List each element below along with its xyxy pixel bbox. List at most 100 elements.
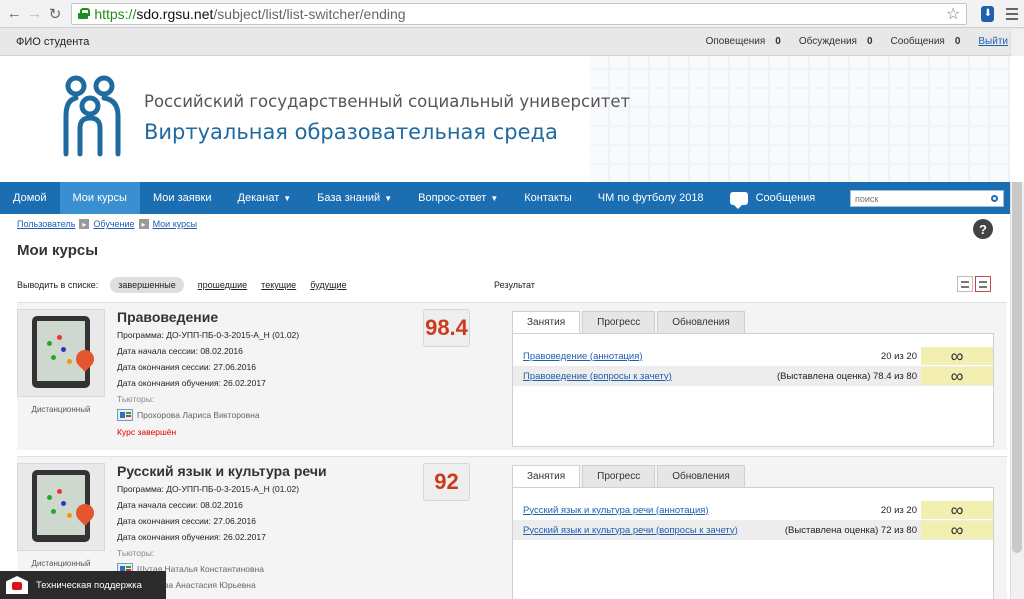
course-program: Программа: ДО-УПП-ПБ-0-3-2015-А_Н (01.02…	[117, 330, 300, 340]
nav-dean-office[interactable]: Деканат ▼	[225, 182, 305, 214]
breadcrumb-study[interactable]: Обучение	[93, 219, 134, 229]
chevron-down-icon: ▼	[384, 193, 393, 203]
browser-menu-icon[interactable]	[1006, 7, 1018, 20]
browser-toolbar: ← → ↻ https://sdo.rgsu.net/subject/list/…	[0, 0, 1024, 28]
breadcrumb-user[interactable]: Пользователь	[17, 219, 75, 229]
course-tabs: Занятия Прогресс Обновления	[512, 311, 994, 333]
session-start: Дата начала сессии: 08.02.2016	[117, 500, 243, 510]
course-title[interactable]: Правоведение	[117, 309, 218, 325]
nav-my-requests-label: Мои заявки	[152, 192, 212, 204]
lesson-mark: ∞	[921, 500, 993, 520]
main-nav: Домой Мои курсы Мои заявки Деканат ▼ База…	[0, 182, 1010, 214]
lesson-link[interactable]: Правоведение (аннотация)	[523, 351, 643, 362]
lesson-link[interactable]: Русский язык и культура речи (вопросы к …	[523, 525, 738, 536]
url-host: sdo.rgsu.net	[136, 5, 214, 22]
nav-home[interactable]: Домой	[0, 182, 60, 214]
search-icon	[990, 195, 998, 202]
help-icon[interactable]: ?	[973, 219, 993, 239]
filter-future[interactable]: будущие	[310, 280, 346, 290]
course-tabs: Занятия Прогресс Обновления	[512, 465, 994, 487]
lesson-mark: ∞	[921, 366, 993, 386]
reload-icon[interactable]: ↻	[47, 4, 63, 24]
bookmark-star-icon[interactable]: ☆	[946, 4, 960, 24]
nav-messages-label: Сообщения	[755, 192, 816, 204]
nav-contacts[interactable]: Контакты	[511, 182, 585, 214]
nav-faq[interactable]: Вопрос-ответ ▼	[405, 182, 511, 214]
lesson-row: Русский язык и культура речи (вопросы к …	[513, 520, 993, 540]
download-extension-icon[interactable]: ⬇	[981, 5, 995, 22]
course-panel: Занятия Прогресс Обновления Правоведение…	[512, 311, 994, 447]
course-score: 92	[423, 463, 470, 501]
back-icon[interactable]: ←	[6, 4, 22, 24]
discussions-count: 0	[866, 36, 873, 47]
nav-my-requests[interactable]: Мои заявки	[140, 182, 225, 214]
filter-past[interactable]: прошедшие	[198, 280, 247, 290]
lesson-link[interactable]: Правоведение (вопросы к зачету)	[523, 371, 672, 382]
filter-completed[interactable]: завершенные	[110, 277, 184, 293]
tab-lessons[interactable]: Занятия	[512, 311, 581, 333]
nav-knowledge-base-label: База знаний	[317, 192, 381, 204]
nav-knowledge-base[interactable]: База знаний ▼	[304, 182, 405, 214]
tutor-card-icon	[117, 409, 133, 421]
university-name: Российский государственный социальный ун…	[144, 92, 631, 111]
tab-progress[interactable]: Прогресс	[582, 311, 656, 333]
environment-name: Виртуальная образовательная среда	[144, 120, 558, 144]
list-view-icon[interactable]	[975, 276, 991, 292]
nav-my-courses[interactable]: Мои курсы	[59, 182, 140, 214]
alerts-link[interactable]: Оповещения	[706, 36, 766, 47]
nav-world-cup[interactable]: ЧМ по футболу 2018	[585, 182, 717, 214]
student-name[interactable]: ФИО студента	[16, 36, 89, 48]
support-house-icon	[6, 576, 28, 594]
search-input[interactable]	[851, 191, 987, 206]
course-title[interactable]: Русский язык и культура речи	[117, 463, 327, 479]
nav-world-cup-label: ЧМ по футболу 2018	[597, 192, 704, 204]
nav-dean-office-label: Деканат	[237, 192, 280, 204]
course-thumbnail[interactable]	[17, 309, 105, 397]
logout-link[interactable]: Выйти	[978, 36, 1008, 47]
lesson-row: Русский язык и культура речи (аннотация)…	[513, 500, 993, 520]
nav-faq-label: Вопрос-ответ	[418, 192, 487, 204]
tab-lessons[interactable]: Занятия	[512, 465, 581, 487]
url-path: /subject/list/list-switcher/ending	[213, 5, 406, 22]
session-start: Дата начала сессии: 08.02.2016	[117, 346, 243, 356]
lesson-link[interactable]: Русский язык и культура речи (аннотация)	[523, 505, 709, 516]
tab-updates[interactable]: Обновления	[657, 311, 745, 333]
nav-contacts-label: Контакты	[524, 192, 572, 204]
user-bar: ФИО студента Оповещения 0 Обсуждения 0 С…	[0, 28, 1024, 56]
tech-support-button[interactable]: Техническая поддержка	[0, 571, 166, 599]
address-bar[interactable]: https://sdo.rgsu.net/subject/list/list-s…	[71, 2, 968, 25]
nav-messages[interactable]: Сообщения	[717, 182, 829, 214]
breadcrumb-arrow-icon: ▸	[79, 219, 90, 229]
tab-updates[interactable]: Обновления	[657, 465, 745, 487]
url-scheme: https://	[94, 5, 137, 22]
breadcrumb-my-courses[interactable]: Мои курсы	[153, 219, 198, 229]
tab-progress[interactable]: Прогресс	[582, 465, 656, 487]
tutor-item[interactable]: Прохорова Лариса Викторовна	[117, 409, 260, 421]
course-score: 98.4	[423, 309, 470, 347]
lesson-row: Правоведение (аннотация) 20 из 20 ∞	[513, 346, 993, 366]
course-format: Дистанционный	[31, 559, 91, 568]
lesson-mark: ∞	[921, 520, 993, 540]
filter-current[interactable]: текущие	[261, 280, 296, 290]
filter-label: Выводить в списке:	[17, 280, 99, 290]
lesson-mark: ∞	[921, 346, 993, 366]
lesson-result: (Выставлена оценка) 78.4 из 80	[776, 370, 917, 382]
messages-link[interactable]: Сообщения	[891, 36, 945, 47]
user-links: Оповещения 0 Обсуждения 0 Сообщения 0 Вы…	[706, 36, 1008, 47]
breadcrumb: Пользователь ▸ Обучение ▸ Мои курсы	[17, 219, 197, 229]
search-button[interactable]	[987, 191, 1001, 206]
lesson-result: 20 из 20	[880, 350, 917, 362]
session-end: Дата окончания сессии: 27.06.2016	[117, 362, 256, 372]
university-logo-icon[interactable]	[60, 74, 124, 158]
forward-icon[interactable]: →	[26, 4, 42, 24]
chevron-down-icon: ▼	[490, 193, 499, 203]
nav-my-courses-label: Мои курсы	[72, 192, 127, 204]
grid-view-icon[interactable]	[957, 276, 973, 292]
list-filter: Выводить в списке: завершенные прошедшие…	[17, 275, 1007, 295]
messages-count: 0	[954, 36, 961, 47]
course-thumbnail[interactable]	[17, 463, 105, 551]
course-format: Дистанционный	[31, 405, 91, 414]
tutors-label: Тьюторы:	[117, 548, 155, 558]
discussions-link[interactable]: Обсуждения	[799, 36, 857, 47]
lessons-list: Русский язык и культура речи (аннотация)…	[512, 487, 994, 599]
